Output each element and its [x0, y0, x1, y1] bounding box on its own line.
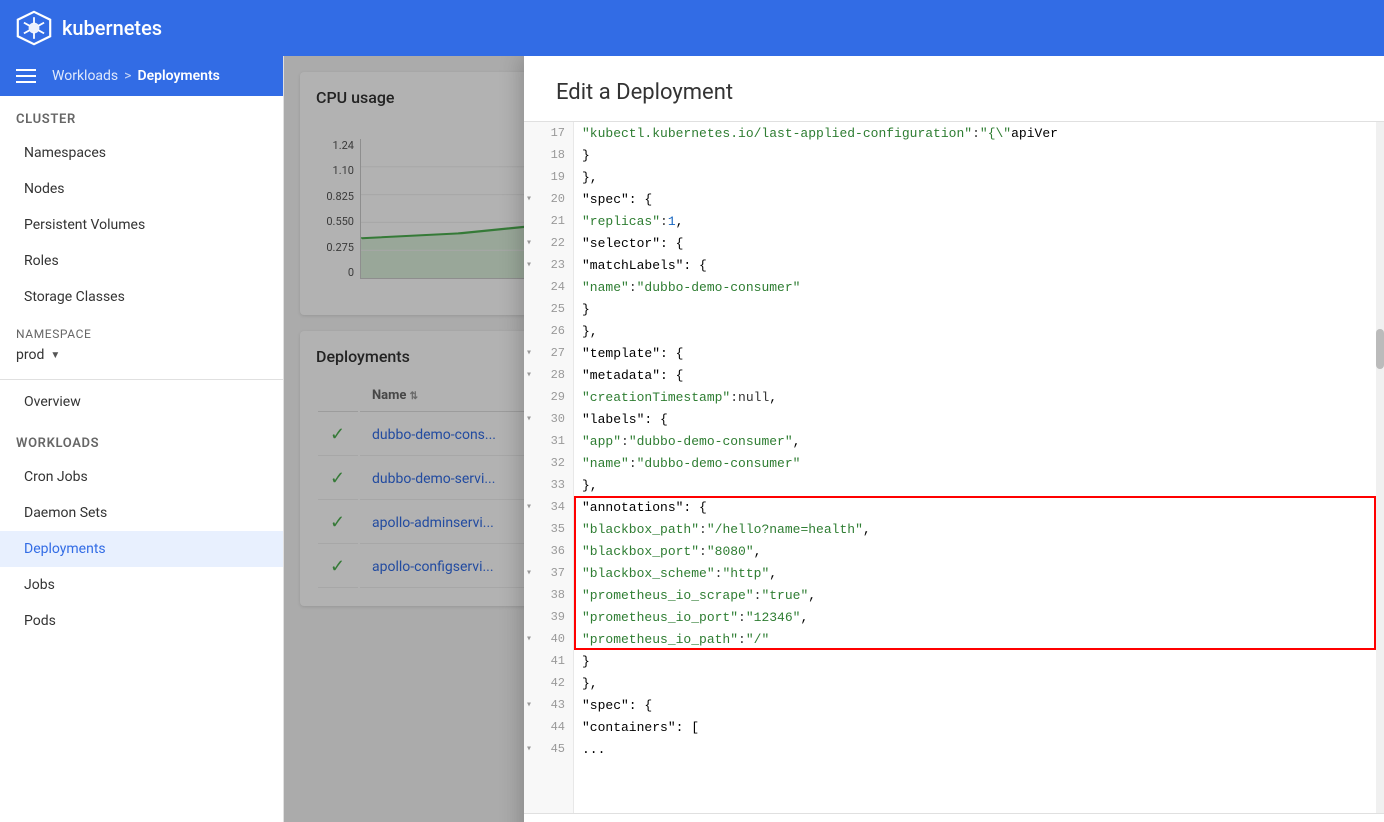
code-line-42: },: [574, 672, 1384, 694]
code-line-30: "labels": {: [574, 408, 1384, 430]
breadcrumb-separator: >: [124, 68, 131, 84]
line-number-30: 30: [524, 408, 573, 430]
sidebar-item-daemon-sets[interactable]: Daemon Sets: [0, 495, 283, 531]
line-number-31: 31: [524, 430, 573, 452]
code-line-43: "spec": {: [574, 694, 1384, 716]
line-number-28: 28: [524, 364, 573, 386]
line-number-23: 23: [524, 254, 573, 276]
code-line-35: "blackbox_path": "/hello?name=health",: [574, 518, 1384, 540]
code-content[interactable]: "kubectl.kubernetes.io/last-applied-conf…: [574, 122, 1384, 813]
line-number-32: 32: [524, 452, 573, 474]
line-number-40: 40: [524, 628, 573, 650]
sidebar-item-namespaces[interactable]: Namespaces: [0, 135, 283, 171]
sidebar-item-jobs[interactable]: Jobs: [0, 567, 283, 603]
namespace-section: Namespace prod ▼: [0, 315, 283, 375]
code-line-22: "selector": {: [574, 232, 1384, 254]
nav-breadcrumb: Workloads > Deployments: [0, 56, 283, 96]
sidebar-item-deployments[interactable]: Deployments: [0, 531, 283, 567]
code-line-27: "template": {: [574, 342, 1384, 364]
line-number-26: 26: [524, 320, 573, 342]
code-line-31: "app": "dubbo-demo-consumer",: [574, 430, 1384, 452]
code-line-38: "prometheus_io_scrape": "true",: [574, 584, 1384, 606]
line-number-22: 22: [524, 232, 573, 254]
scrollbar-thumb[interactable]: [1376, 329, 1384, 369]
line-number-38: 38: [524, 584, 573, 606]
sidebar-item-roles[interactable]: Roles: [0, 243, 283, 279]
code-line-29: "creationTimestamp": null,: [574, 386, 1384, 408]
dialog-title: Edit a Deployment: [556, 80, 1352, 105]
code-line-39: "prometheus_io_port": "12346",: [574, 606, 1384, 628]
code-scroll[interactable]: 1718192021222324252627282930313233343536…: [524, 122, 1384, 813]
line-number-29: 29: [524, 386, 573, 408]
sidebar-item-pods[interactable]: Pods: [0, 603, 283, 639]
code-line-19: },: [574, 166, 1384, 188]
code-line-24: "name": "dubbo-demo-consumer": [574, 276, 1384, 298]
sidebar-item-cron-jobs[interactable]: Cron Jobs: [0, 459, 283, 495]
line-number-41: 41: [524, 650, 573, 672]
workloads-section-title: Workloads: [0, 420, 283, 459]
line-number-24: 24: [524, 276, 573, 298]
line-number-37: 37: [524, 562, 573, 584]
hamburger-menu[interactable]: [16, 69, 36, 83]
line-number-45: 45: [524, 738, 573, 760]
line-number-42: 42: [524, 672, 573, 694]
breadcrumb-current: Deployments: [138, 68, 220, 84]
line-number-34: 34: [524, 496, 573, 518]
namespace-select[interactable]: prod ▼: [16, 347, 267, 363]
cluster-section-title: Cluster: [0, 96, 283, 135]
line-number-33: 33: [524, 474, 573, 496]
line-number-21: 21: [524, 210, 573, 232]
line-number-18: 18: [524, 144, 573, 166]
code-line-17: "kubectl.kubernetes.io/last-applied-conf…: [574, 122, 1384, 144]
line-number-35: 35: [524, 518, 573, 540]
line-number-44: 44: [524, 716, 573, 738]
line-number-43: 43: [524, 694, 573, 716]
sidebar-item-nodes[interactable]: Nodes: [0, 171, 283, 207]
line-number-17: 17: [524, 122, 573, 144]
line-number-25: 25: [524, 298, 573, 320]
namespace-label: Namespace: [16, 327, 267, 341]
code-line-34: "annotations": {: [574, 496, 1384, 518]
breadcrumb-workloads[interactable]: Workloads: [52, 68, 118, 84]
dialog-footer: CANCEL COPY UPDATE: [524, 813, 1384, 822]
code-line-37: "blackbox_scheme": "http",: [574, 562, 1384, 584]
line-number-27: 27: [524, 342, 573, 364]
scrollbar-track[interactable]: [1376, 122, 1384, 813]
line-number-39: 39: [524, 606, 573, 628]
sidebar-item-persistent-volumes[interactable]: Persistent Volumes: [0, 207, 283, 243]
main-layout: Workloads > Deployments Cluster Namespac…: [0, 56, 1384, 822]
code-editor[interactable]: 1718192021222324252627282930313233343536…: [524, 122, 1384, 813]
app-logo: kubernetes: [16, 10, 162, 46]
code-line-45: ...: [574, 738, 1384, 760]
sidebar-item-overview[interactable]: Overview: [0, 384, 283, 420]
code-line-40: "prometheus_io_path": "/": [574, 628, 1384, 650]
code-line-21: "replicas": 1,: [574, 210, 1384, 232]
code-line-33: },: [574, 474, 1384, 496]
code-line-18: }: [574, 144, 1384, 166]
dialog-header: Edit a Deployment: [524, 56, 1384, 122]
edit-deployment-dialog: Edit a Deployment 1718192021222324252627…: [524, 56, 1384, 822]
sidebar-item-storage-classes[interactable]: Storage Classes: [0, 279, 283, 315]
line-number-20: 20: [524, 188, 573, 210]
namespace-dropdown-arrow: ▼: [50, 350, 60, 361]
code-line-36: "blackbox_port": "8080",: [574, 540, 1384, 562]
app-name: kubernetes: [62, 16, 162, 40]
code-line-23: "matchLabels": {: [574, 254, 1384, 276]
sidebar: Workloads > Deployments Cluster Namespac…: [0, 56, 284, 822]
code-line-25: }: [574, 298, 1384, 320]
code-line-44: "containers": [: [574, 716, 1384, 738]
code-line-26: },: [574, 320, 1384, 342]
code-line-41: }: [574, 650, 1384, 672]
main-content: CPU usage 1.24 1.10 0.825 0.550 0.275 0: [284, 56, 1384, 822]
code-line-32: "name": "dubbo-demo-consumer": [574, 452, 1384, 474]
line-number-19: 19: [524, 166, 573, 188]
line-numbers: 1718192021222324252627282930313233343536…: [524, 122, 574, 813]
code-line-20: "spec": {: [574, 188, 1384, 210]
code-line-28: "metadata": {: [574, 364, 1384, 386]
topbar: kubernetes: [0, 0, 1384, 56]
line-number-36: 36: [524, 540, 573, 562]
